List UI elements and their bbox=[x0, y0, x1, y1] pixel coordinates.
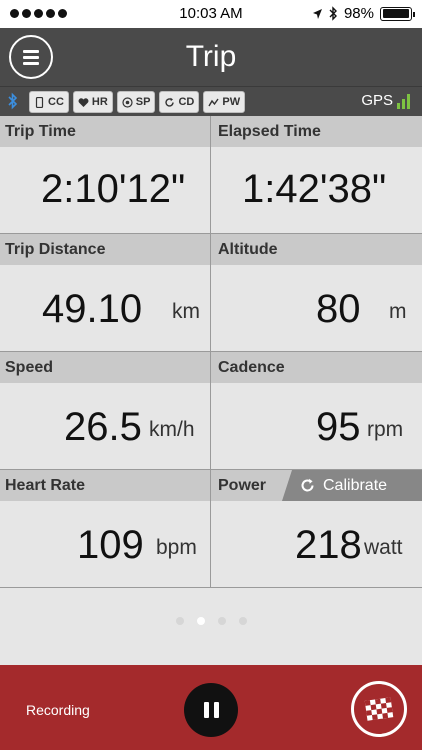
page-dot[interactable] bbox=[196, 617, 205, 625]
finish-trip-button[interactable] bbox=[351, 681, 407, 737]
metric-unit: watt bbox=[364, 536, 403, 559]
metric-label: Power Calibrate bbox=[211, 470, 422, 501]
metric-altitude[interactable]: Altitude 80 m bbox=[211, 234, 422, 352]
metric-label: Altitude bbox=[211, 234, 422, 265]
metric-value: 49.10 bbox=[42, 287, 143, 331]
sensor-chip-cc[interactable]: CC bbox=[29, 91, 69, 113]
metric-value: 26.5 bbox=[64, 405, 142, 449]
metric-label: Cadence bbox=[211, 352, 422, 383]
metric-label-text: Power bbox=[218, 477, 267, 494]
sensor-chip-label: PW bbox=[222, 96, 241, 108]
status-right-group: 98% bbox=[312, 5, 415, 22]
checkered-flag-icon bbox=[364, 697, 394, 721]
sensor-chip-pw[interactable]: PW bbox=[203, 91, 246, 113]
metric-speed[interactable]: Speed 26.5 km/h bbox=[0, 352, 211, 470]
recording-footer: Recording bbox=[0, 665, 422, 750]
phone-icon bbox=[35, 96, 44, 108]
sensor-status-bar: CC HR SP CD PW GPS bbox=[0, 86, 422, 116]
metric-label: Heart Rate bbox=[0, 470, 210, 501]
metric-value: 80 bbox=[316, 287, 361, 331]
metric-label: Speed bbox=[0, 352, 210, 383]
gps-label: GPS bbox=[361, 92, 393, 109]
metrics-grid: Trip Time 2:10'12" Elapsed Time 1:42'38"… bbox=[0, 116, 422, 590]
battery-percent: 98% bbox=[343, 5, 374, 22]
metric-label: Trip Time bbox=[0, 116, 210, 147]
page-title: Trip bbox=[185, 40, 237, 73]
metric-value: 95 bbox=[316, 405, 361, 449]
pause-icon bbox=[203, 702, 209, 718]
sensor-chip-label: CC bbox=[48, 96, 64, 108]
sensor-chip-label: SP bbox=[135, 96, 151, 108]
metric-value: 1:42'38" bbox=[242, 167, 387, 211]
metric-value: 109 bbox=[77, 523, 144, 567]
metric-unit: km bbox=[172, 300, 200, 323]
page-indicator[interactable] bbox=[0, 617, 422, 625]
calibrate-label: Calibrate bbox=[323, 476, 388, 494]
heart-icon bbox=[78, 97, 89, 107]
sensor-chip-sp[interactable]: SP bbox=[116, 91, 156, 113]
battery-fill bbox=[382, 9, 409, 18]
pause-button[interactable] bbox=[184, 683, 238, 737]
zigzag-icon bbox=[208, 98, 219, 106]
target-icon bbox=[122, 96, 133, 108]
calibrate-button[interactable]: Calibrate bbox=[282, 470, 422, 501]
metric-unit: km/h bbox=[149, 418, 195, 441]
metric-label: Trip Distance bbox=[0, 234, 210, 265]
metric-unit: rpm bbox=[367, 418, 404, 441]
metric-unit: m bbox=[389, 300, 407, 323]
metric-elapsed-time[interactable]: Elapsed Time 1:42'38" bbox=[211, 116, 422, 234]
page-dot[interactable] bbox=[175, 617, 184, 625]
recording-status: Recording bbox=[26, 702, 90, 718]
metric-value: 218 bbox=[295, 523, 362, 567]
sensor-chip-label: CD bbox=[178, 96, 195, 108]
page-dot[interactable] bbox=[217, 617, 226, 625]
metric-unit: bpm bbox=[156, 536, 197, 559]
bluetooth-icon bbox=[8, 92, 18, 110]
refresh-icon bbox=[165, 97, 175, 107]
gps-indicator: GPS bbox=[361, 92, 410, 109]
refresh-icon bbox=[301, 478, 314, 492]
metric-cadence[interactable]: Cadence 95 rpm bbox=[211, 352, 422, 470]
sensor-chips: CC HR SP CD PW bbox=[29, 91, 246, 113]
sensor-chip-label: HR bbox=[91, 96, 108, 108]
bluetooth-icon bbox=[329, 6, 337, 21]
battery-icon bbox=[380, 6, 415, 21]
nav-bar: Trip bbox=[0, 28, 422, 86]
metric-trip-time[interactable]: Trip Time 2:10'12" bbox=[0, 116, 211, 234]
metric-trip-distance[interactable]: Trip Distance 49.10 km bbox=[0, 234, 211, 352]
metric-label: Elapsed Time bbox=[211, 116, 422, 147]
metric-value: 2:10'12" bbox=[41, 167, 186, 211]
gps-signal-icon bbox=[397, 93, 410, 109]
location-arrow-icon bbox=[312, 8, 322, 19]
sensor-chip-cd[interactable]: CD bbox=[159, 91, 200, 113]
metric-heart-rate[interactable]: Heart Rate 109 bpm bbox=[0, 470, 211, 588]
page-dot[interactable] bbox=[238, 617, 247, 625]
sensor-chip-hr[interactable]: HR bbox=[72, 91, 113, 113]
metric-power[interactable]: Power Calibrate 218 watt bbox=[211, 470, 422, 588]
status-bar: 10:03 AM 98% bbox=[0, 0, 422, 28]
